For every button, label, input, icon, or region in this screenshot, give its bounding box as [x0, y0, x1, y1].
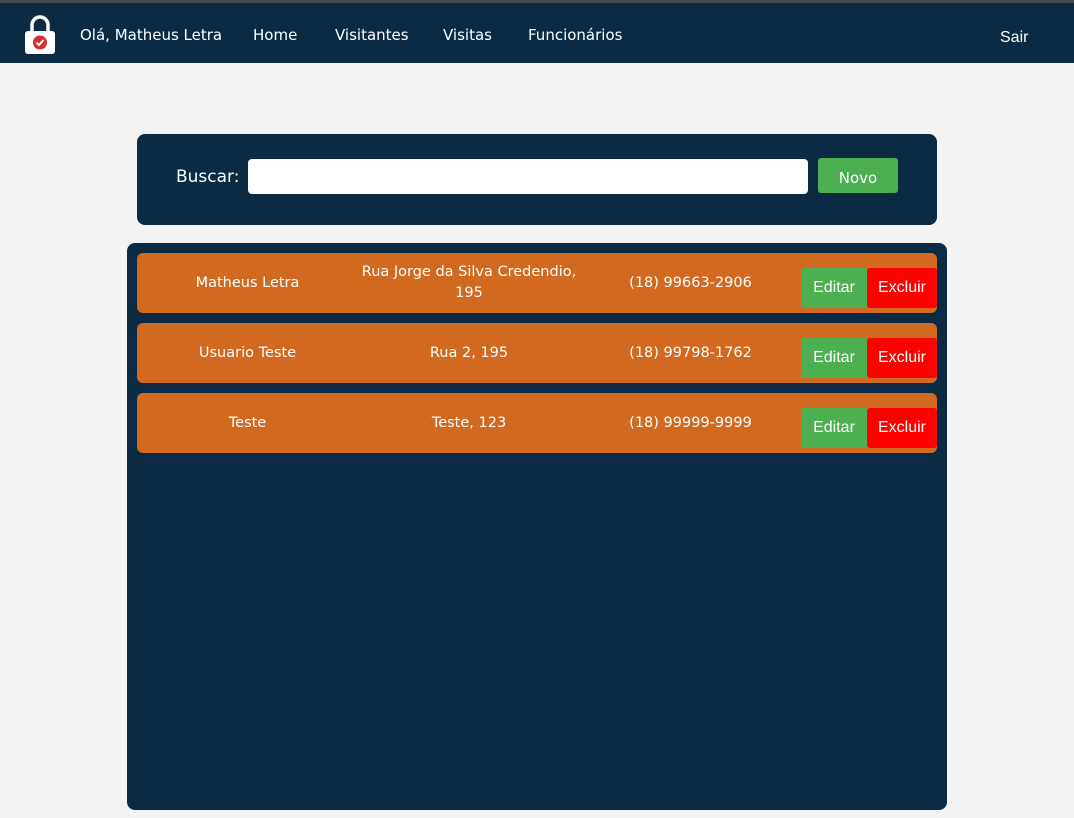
delete-button[interactable]: Excluir	[867, 338, 937, 378]
nav-link-funcionarios[interactable]: Funcionários	[528, 26, 622, 44]
search-input[interactable]	[248, 159, 808, 194]
visitor-address: Rua Jorge da Silva Credendio, 195	[361, 264, 577, 301]
table-row: Teste Teste, 123 (18) 99999-9999 Editar …	[137, 393, 937, 453]
search-label: Buscar:	[176, 167, 240, 187]
new-visitor-button[interactable]: Novo	[818, 158, 898, 193]
visitor-name: Usuario Teste	[198, 344, 297, 361]
visitor-name: Matheus Letra	[195, 274, 300, 291]
visitor-phone: (18) 99999-9999	[629, 414, 752, 431]
visitor-phone: (18) 99663-2906	[629, 274, 752, 291]
nav-link-visitas[interactable]: Visitas	[443, 26, 492, 44]
visitor-phone: (18) 99798-1762	[629, 344, 752, 361]
top-navbar: Olá, Matheus Letra Home Visitantes Visit…	[0, 3, 1074, 63]
table-row: Matheus Letra Rua Jorge da Silva Credend…	[137, 253, 937, 313]
nav-link-home[interactable]: Home	[253, 26, 297, 44]
visitor-address: Rua 2, 195	[429, 344, 509, 361]
edit-button[interactable]: Editar	[801, 338, 867, 378]
visitor-address: Teste, 123	[431, 414, 507, 431]
edit-button[interactable]: Editar	[801, 408, 867, 448]
table-row: Usuario Teste Rua 2, 195 (18) 99798-1762…	[137, 323, 937, 383]
delete-button[interactable]: Excluir	[867, 268, 937, 308]
visitor-name: Teste	[228, 414, 267, 431]
delete-button[interactable]: Excluir	[867, 408, 937, 448]
nav-link-visitantes[interactable]: Visitantes	[335, 26, 409, 44]
logout-link[interactable]: Sair	[1000, 29, 1028, 47]
search-panel: Buscar: Novo	[137, 134, 937, 225]
greeting-text: Olá, Matheus Letra	[80, 26, 223, 44]
edit-button[interactable]: Editar	[801, 268, 867, 308]
padlock-check-icon[interactable]	[23, 13, 57, 55]
visitor-list: Matheus Letra Rua Jorge da Silva Credend…	[127, 243, 947, 810]
